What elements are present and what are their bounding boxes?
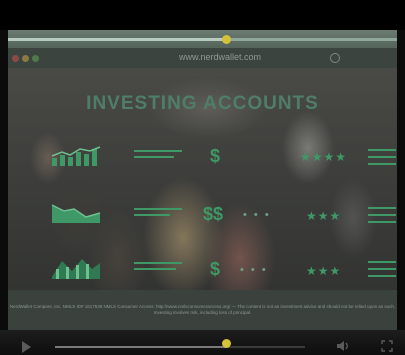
window-maximize-dot bbox=[32, 55, 39, 62]
cost-symbol: $ bbox=[210, 259, 221, 279]
play-icon[interactable] bbox=[22, 341, 31, 353]
browser-url: www.nerdwallet.com bbox=[178, 52, 262, 62]
video-title: INVESTING ACCOUNTS bbox=[86, 93, 319, 114]
rating-stars: ★★★ bbox=[306, 264, 342, 278]
letterbox-top bbox=[0, 0, 405, 30]
rating-stars: ★★★ bbox=[306, 209, 342, 223]
rating-stars: ★★★★ bbox=[300, 150, 348, 164]
text-lines-placeholder bbox=[134, 208, 182, 220]
volume-icon[interactable] bbox=[336, 339, 350, 353]
window-close-dot bbox=[12, 55, 19, 62]
cost-symbol: $ bbox=[210, 146, 221, 166]
progress-handle[interactable] bbox=[222, 339, 231, 348]
fullscreen-icon[interactable] bbox=[381, 340, 393, 352]
video-player[interactable]: www.nerdwallet.com INVESTING ACCOUNTS $ … bbox=[0, 0, 405, 355]
list-icon bbox=[368, 149, 396, 170]
progress-played bbox=[55, 346, 227, 348]
top-seek-played bbox=[8, 38, 226, 41]
text-lines-placeholder bbox=[134, 262, 182, 274]
list-icon bbox=[368, 207, 396, 228]
area-chart-icon bbox=[51, 204, 101, 223]
disclaimer-text: NerdWallet Compare, Inc. NMLS ID# 161753… bbox=[9, 304, 396, 315]
top-seek-handle[interactable] bbox=[222, 35, 231, 44]
text-lines-placeholder bbox=[134, 150, 182, 162]
list-icon bbox=[368, 261, 396, 282]
mountain-chart-icon bbox=[52, 259, 100, 279]
bar-chart-icon bbox=[51, 146, 101, 166]
ellipsis-dots: • • • bbox=[243, 209, 271, 221]
ellipsis-dots: • • • bbox=[240, 264, 268, 276]
window-minimize-dot bbox=[22, 55, 29, 62]
cost-symbol: $$ bbox=[203, 204, 224, 224]
reload-icon bbox=[330, 53, 340, 63]
